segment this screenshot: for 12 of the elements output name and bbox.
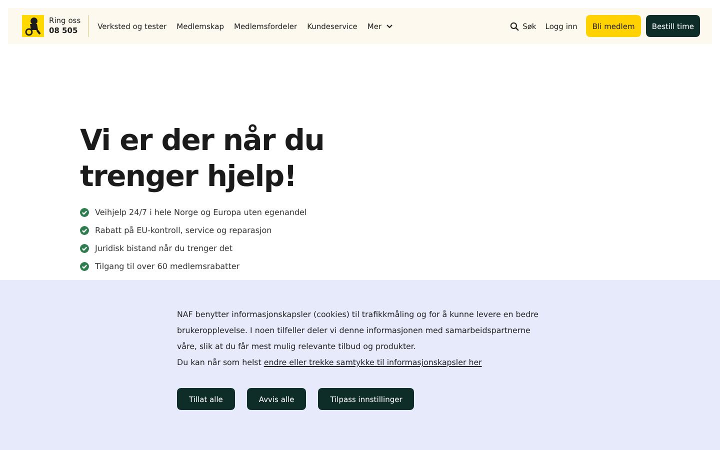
check-icon [80,244,89,252]
benefit-text: Tilgang til over 60 medlemsrabatter [95,262,240,270]
hero-heading: Vi er der når du trenger hjelp! [80,122,326,194]
benefit-text: Veihjelp 24/7 i hele Norge og Europa uten egenandel [95,208,307,216]
logo-icon[interactable] [22,15,44,37]
benefit-text: Rabatt på EU-kontroll, service og reparasjon [95,226,272,234]
check-icon [80,262,89,270]
benefit-text: Juridisk bistand når du trenger det [95,244,232,252]
check-icon [80,208,89,216]
check-icon [80,226,89,234]
search-icon [510,22,519,30]
chevron-down-icon [386,24,393,28]
